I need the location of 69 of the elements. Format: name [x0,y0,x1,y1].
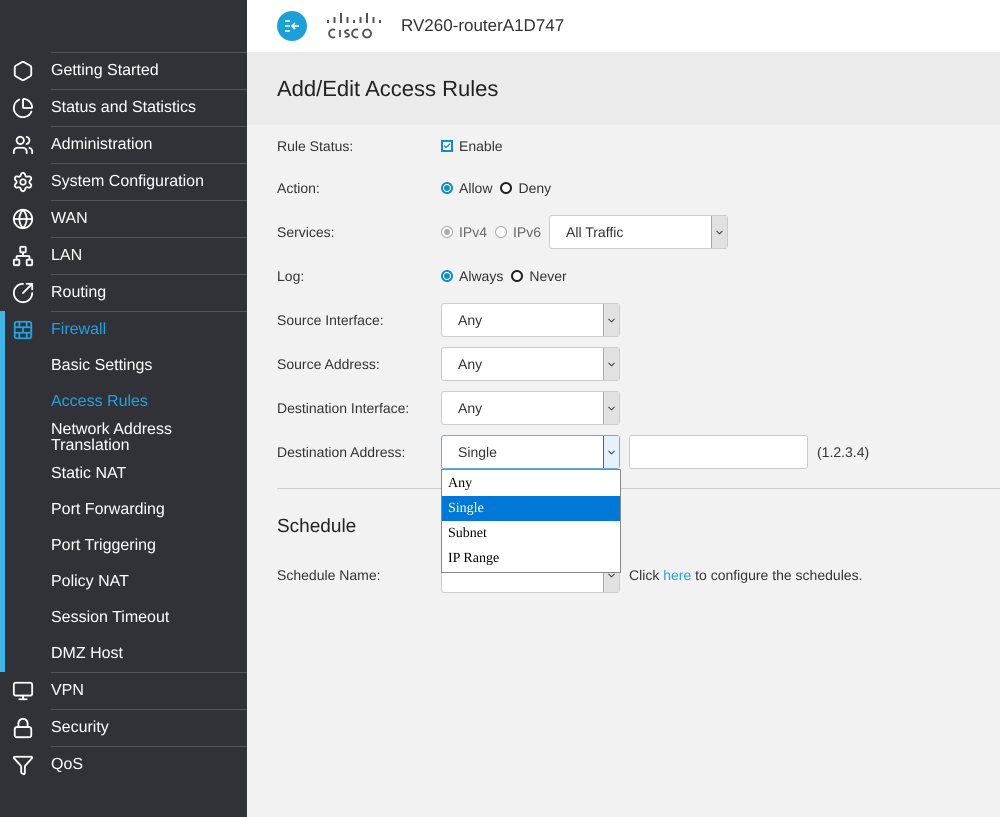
radio-label: IPv6 [513,222,542,242]
field-label: Action: [277,178,321,198]
settings-icon [12,170,34,192]
sidebar-item[interactable]: QoS [0,746,247,783]
select-field[interactable]: All Traffic [549,215,728,249]
field-label: Source Interface: [277,310,385,330]
radio-button[interactable] [441,270,453,282]
field-label: Source Address: [277,354,381,374]
brick-wall-icon [12,318,34,340]
monitor-icon [12,680,34,702]
submenu-item[interactable]: Network Address Translation [5,420,247,456]
page-title: Add/Edit Access Rules [277,75,498,103]
sidebar-item[interactable]: WAN [0,200,247,237]
sidebar-item[interactable]: Security [0,709,247,746]
pie-chart-icon [12,96,34,118]
check-icon [443,141,451,151]
submenu-item[interactable]: Policy NAT [5,564,247,600]
radio-label: Always [459,266,504,286]
submenu-item[interactable]: DMZ Host [5,636,247,672]
circle-arrow-icon [12,282,34,304]
field-label: Destination Interface: [277,398,410,418]
sidebar-item[interactable]: Routing [0,274,247,311]
select-field[interactable]: Any [441,347,620,381]
dropdown-option[interactable]: Any [442,471,620,496]
radio-label: Never [529,266,567,286]
submenu-item[interactable]: Session Timeout [5,600,247,636]
checkbox[interactable] [441,140,453,152]
radio-button[interactable] [500,182,512,194]
radio-button[interactable] [441,182,453,194]
radio-label: Deny [518,178,552,198]
submenu-item[interactable]: Static NAT [5,456,247,492]
sidebar-item[interactable]: Firewall [5,311,247,348]
select-field[interactable]: Any [441,391,620,425]
field-label: Schedule Name: [277,566,382,585]
filter-icon [12,754,34,776]
field-label: Rule Status: [277,136,354,156]
help-text: Click here to configure the schedules. [629,566,862,585]
checkbox-label: Enable [459,136,503,156]
radio-label: Allow [459,178,492,198]
logo-icon [325,11,383,41]
sidebar-item[interactable]: VPN [0,672,247,709]
collapse-menu-icon[interactable] [277,11,307,41]
lock-icon [12,716,34,738]
sidebar-item[interactable]: Administration [0,126,247,163]
select-field[interactable]: Any [441,303,620,337]
submenu-item[interactable]: Access Rules [5,384,247,420]
dropdown-option[interactable]: IP Range [442,546,620,571]
sidebar-item[interactable]: System Configuration [0,163,247,200]
submenu-item[interactable]: Basic Settings [5,348,247,384]
radio-label: IPv4 [459,222,488,242]
radio-button[interactable] [511,270,524,282]
field-label: Services: [277,222,336,242]
sidebar-item[interactable]: Status and Statistics [0,89,247,126]
format-hint: (1.2.3.4) [817,442,870,462]
users-icon [12,134,34,156]
submenu-item[interactable]: Port Forwarding [5,492,247,528]
submenu-item[interactable]: Port Triggering [5,528,247,564]
dropdown-option[interactable]: Subnet [442,521,620,546]
field-label: Log: [277,266,306,286]
sidebar-item[interactable]: LAN [0,237,247,274]
select-field[interactable]: Single [441,435,620,469]
address-input[interactable] [629,435,808,469]
device-name: RV260-routerA1D747 [401,15,564,38]
field-label: Destination Address: [277,442,406,462]
section-heading: Schedule [277,515,356,539]
globe-icon [12,208,34,230]
network-icon [12,244,34,266]
hexagon-icon [12,60,34,82]
dropdown-option[interactable]: Single [442,496,620,521]
